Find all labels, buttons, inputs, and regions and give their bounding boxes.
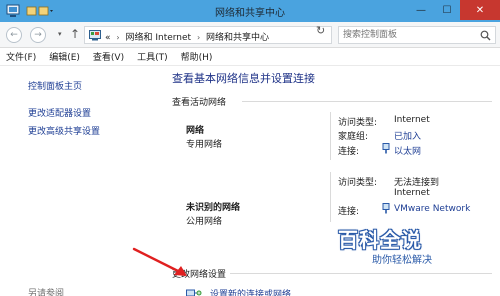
- breadcrumb[interactable]: « › 网络和 Internet › 网络和共享中心 ▾: [84, 26, 389, 44]
- network-1-homegroup-link[interactable]: 已加入: [394, 129, 421, 142]
- window-controls: — ☐ ✕: [408, 0, 500, 20]
- menu-help[interactable]: 帮助(H): [181, 50, 213, 63]
- network-2-divider: [330, 172, 331, 222]
- forward-arrow-icon: →: [34, 30, 42, 40]
- chevron-right-icon: ›: [196, 33, 201, 42]
- search-icon[interactable]: [480, 30, 491, 41]
- menu-view[interactable]: 查看(V): [93, 50, 124, 63]
- watermark: 百科全说 助你轻松解决: [338, 224, 468, 270]
- annotation-arrow-icon: [132, 247, 187, 276]
- network-2-access-type-label: 访问类型:: [338, 178, 378, 188]
- ethernet-icon: [382, 203, 390, 214]
- menu-file[interactable]: 文件(F): [6, 50, 36, 63]
- forward-button[interactable]: →: [30, 27, 46, 43]
- page-title: 查看基本网络信息并设置连接: [172, 72, 315, 85]
- menu-tools[interactable]: 工具(T): [137, 50, 168, 63]
- watermark-brand: 百科全说: [338, 228, 422, 252]
- network-1-access-type: Internet: [394, 115, 430, 125]
- refresh-icon[interactable]: ↻: [316, 24, 325, 37]
- network-2-name: 未识别的网络: [186, 203, 241, 213]
- menu-bar: 文件(F) 编辑(E) 查看(V) 工具(T) 帮助(H): [0, 48, 500, 66]
- up-arrow-icon[interactable]: ↑: [70, 27, 80, 41]
- network-2-type[interactable]: 公用网络: [186, 214, 222, 227]
- sidebar-link-control-panel-home[interactable]: 控制面板主页: [28, 79, 82, 92]
- sidebar-link-change-adapter[interactable]: 更改适配器设置: [28, 106, 91, 119]
- network-1-name: 网络: [186, 126, 205, 136]
- back-button[interactable]: ←: [6, 27, 22, 43]
- setup-new-connection-link[interactable]: 设置新的连接或网络: [210, 287, 291, 296]
- ethernet-icon: [382, 143, 390, 154]
- network-1-divider: [330, 112, 331, 160]
- maximize-button[interactable]: ☐: [434, 0, 460, 20]
- network-2-access-type-line2: Internet: [394, 188, 430, 198]
- network-1-homegroup-label: 家庭组:: [338, 132, 369, 142]
- sidebar-link-advanced-sharing[interactable]: 更改高级共享设置: [28, 124, 100, 137]
- back-arrow-icon: ←: [10, 30, 18, 40]
- title-bar: 网络和共享中心 — ☐ ✕: [0, 0, 500, 22]
- network-1-connection-link[interactable]: 以太网: [394, 144, 421, 157]
- network-2-access-type-line1: 无法连接到: [394, 178, 440, 188]
- recent-locations-chevron-icon[interactable]: ▾: [58, 30, 62, 38]
- section-divider: [230, 273, 492, 274]
- address-bar: ← → ▾ ↑ « › 网络和 Internet › 网络和共享中心 ▾ ↻: [0, 22, 500, 48]
- breadcrumb-path: « › 网络和 Internet › 网络和共享中心: [105, 30, 269, 43]
- network-1-connection-label: 连接:: [338, 147, 360, 157]
- chevron-right-icon: ›: [116, 33, 120, 42]
- new-connection-icon: [186, 289, 202, 296]
- minimize-button[interactable]: —: [408, 0, 434, 20]
- control-panel-icon: [89, 30, 101, 41]
- breadcrumb-overflow[interactable]: «: [105, 33, 111, 43]
- network-2-connection-link[interactable]: VMware Network: [394, 204, 470, 214]
- network-1-access-type-label: 访问类型:: [338, 118, 378, 128]
- search-box[interactable]: [338, 26, 496, 44]
- section-divider: [242, 101, 492, 102]
- watermark-slogan: 助你轻松解决: [372, 255, 432, 266]
- menu-edit[interactable]: 编辑(E): [49, 50, 80, 63]
- network-1-type[interactable]: 专用网络: [186, 137, 222, 150]
- network-2-connection-label: 连接:: [338, 207, 360, 217]
- close-button[interactable]: ✕: [460, 0, 500, 20]
- active-networks-heading: 查看活动网络: [172, 98, 227, 108]
- see-also-heading: 另请参阅: [28, 289, 65, 296]
- breadcrumb-item-network-internet[interactable]: 网络和 Internet: [125, 33, 191, 43]
- search-input[interactable]: [343, 29, 473, 41]
- breadcrumb-item-network-center[interactable]: 网络和共享中心: [206, 33, 269, 43]
